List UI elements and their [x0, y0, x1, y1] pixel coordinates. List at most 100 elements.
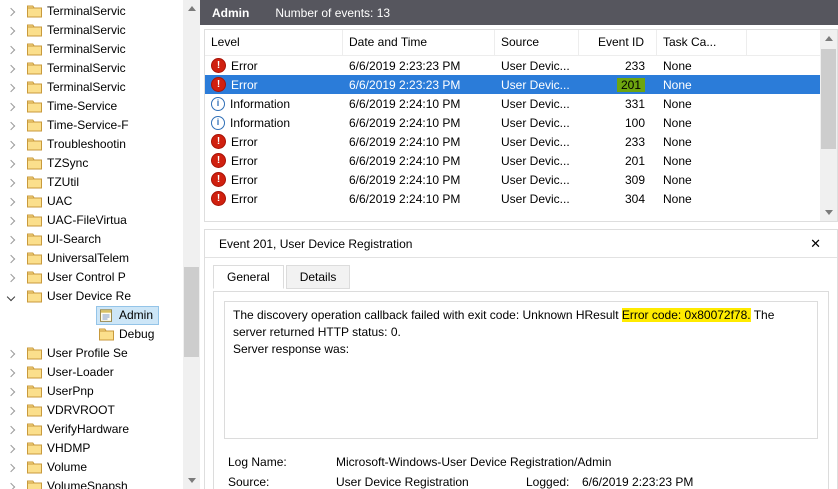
tree-item[interactable]: Time-Service	[0, 97, 183, 116]
tree-item[interactable]: TerminalServic	[0, 2, 183, 21]
tree-item[interactable]: UI-Search	[0, 230, 183, 249]
expand-chevron-icon[interactable]	[7, 425, 15, 433]
tree-item-inner[interactable]: VDRVROOT	[24, 401, 121, 420]
expand-chevron-icon[interactable]	[7, 368, 15, 376]
tab-details[interactable]: Details	[286, 265, 351, 289]
table-row[interactable]: Information 6/6/2019 2:24:10 PM User Dev…	[205, 94, 820, 113]
tree-item-inner[interactable]: TerminalServic	[24, 78, 132, 97]
tree-item-inner[interactable]: UniversalTelem	[24, 249, 135, 268]
column-header-level[interactable]: Level	[205, 30, 343, 55]
expand-chevron-icon[interactable]	[7, 178, 15, 186]
tree-item-inner[interactable]: VerifyHardware	[24, 420, 135, 439]
table-row[interactable]: Error 6/6/2019 2:24:10 PM User Devic... …	[205, 151, 820, 170]
expand-chevron-icon[interactable]	[7, 26, 15, 34]
tree-scroll-track[interactable]	[183, 17, 200, 472]
tree-item[interactable]: User Profile Se	[0, 344, 183, 363]
table-row[interactable]: Error 6/6/2019 2:24:10 PM User Devic... …	[205, 132, 820, 151]
expand-chevron-icon[interactable]	[7, 45, 15, 53]
table-scroll-thumb[interactable]	[821, 49, 836, 149]
tree-item-inner[interactable]: UserPnp	[24, 382, 100, 401]
tree-item-inner[interactable]: Debug	[96, 325, 160, 344]
tree-item-inner[interactable]: TZUtil	[24, 173, 85, 192]
tree-item-inner[interactable]: UI-Search	[24, 230, 107, 249]
tree-item[interactable]: TerminalServic	[0, 40, 183, 59]
expand-chevron-icon[interactable]	[7, 387, 15, 395]
expand-chevron-icon[interactable]	[7, 273, 15, 281]
tree-item[interactable]: UAC	[0, 192, 183, 211]
tree-item-inner[interactable]: Time-Service-F	[24, 116, 135, 135]
tree-item-inner[interactable]: Time-Service	[24, 97, 123, 116]
tree-item[interactable]: TerminalServic	[0, 59, 183, 78]
expand-chevron-icon[interactable]	[7, 83, 15, 91]
tree-scroll-thumb[interactable]	[184, 267, 199, 357]
expand-chevron-icon[interactable]	[7, 159, 15, 167]
expand-chevron-icon[interactable]	[7, 349, 15, 357]
tree-item[interactable]: VHDMP	[0, 439, 183, 458]
tree-item-inner[interactable]: TZSync	[24, 154, 94, 173]
expand-chevron-icon[interactable]	[7, 140, 15, 148]
tree-item-inner[interactable]: Troubleshootin	[24, 135, 132, 154]
table-scroll-track[interactable]	[820, 47, 837, 204]
tree-item[interactable]: Time-Service-F	[0, 116, 183, 135]
table-scroll-down-button[interactable]	[820, 204, 837, 221]
tree-item-inner[interactable]: UAC-FileVirtua	[24, 211, 133, 230]
tree-item-inner[interactable]: TerminalServic	[24, 40, 132, 59]
tree-item-inner[interactable]: VolumeSnapsh	[24, 477, 134, 489]
tree-item[interactable]: User Device Re	[0, 287, 183, 306]
tree-item-inner[interactable]: Volume	[24, 458, 93, 477]
tree-scroll-up-button[interactable]	[183, 0, 200, 17]
tab-general[interactable]: General	[213, 265, 284, 289]
tree-item-inner[interactable]: Admin	[96, 306, 159, 325]
column-header-event-id[interactable]: Event ID	[579, 30, 657, 55]
column-header-date[interactable]: Date and Time	[343, 30, 495, 55]
tree-item[interactable]: VerifyHardware	[0, 420, 183, 439]
expand-chevron-icon[interactable]	[7, 482, 15, 489]
expand-chevron-icon[interactable]	[7, 463, 15, 471]
tree-item-inner[interactable]: User-Loader	[24, 363, 120, 382]
tree-item[interactable]: TZUtil	[0, 173, 183, 192]
tree-item[interactable]: UserPnp	[0, 382, 183, 401]
table-row[interactable]: Error 6/6/2019 2:23:23 PM User Devic... …	[205, 56, 820, 75]
tree-item[interactable]: UniversalTelem	[0, 249, 183, 268]
expand-chevron-icon[interactable]	[7, 7, 15, 15]
expand-chevron-icon[interactable]	[7, 64, 15, 72]
event-description-box[interactable]: The discovery operation callback failed …	[224, 301, 818, 439]
tree-item[interactable]: TerminalServic	[0, 78, 183, 97]
expand-chevron-icon[interactable]	[7, 254, 15, 262]
tree-item[interactable]: Admin	[0, 306, 183, 325]
expand-chevron-icon[interactable]	[7, 121, 15, 129]
expand-chevron-icon[interactable]	[7, 235, 15, 243]
tree-item[interactable]: Volume	[0, 458, 183, 477]
tree-item-inner[interactable]: TerminalServic	[24, 2, 132, 21]
tree-item-inner[interactable]: VHDMP	[24, 439, 96, 458]
expand-chevron-icon[interactable]	[7, 406, 15, 414]
expand-chevron-icon[interactable]	[7, 444, 15, 452]
tree-scrollbar[interactable]	[183, 0, 200, 489]
table-row[interactable]: Error 6/6/2019 2:23:23 PM User Devic... …	[205, 75, 820, 94]
expand-chevron-icon[interactable]	[7, 216, 15, 224]
table-scroll-up-button[interactable]	[820, 30, 837, 47]
tree-item-inner[interactable]: User Profile Se	[24, 344, 134, 363]
close-icon[interactable]: ✕	[810, 236, 821, 252]
tree-item-inner[interactable]: TerminalServic	[24, 59, 132, 78]
column-header-source[interactable]: Source	[495, 30, 579, 55]
table-scrollbar[interactable]	[820, 30, 837, 221]
tree-scroll-down-button[interactable]	[183, 472, 200, 489]
tree-item[interactable]: TZSync	[0, 154, 183, 173]
tree-item[interactable]: UAC-FileVirtua	[0, 211, 183, 230]
expand-chevron-icon[interactable]	[7, 292, 15, 300]
column-header-task-category[interactable]: Task Ca...	[657, 30, 747, 55]
tree-item[interactable]: TerminalServic	[0, 21, 183, 40]
table-row[interactable]: Error 6/6/2019 2:24:10 PM User Devic... …	[205, 170, 820, 189]
tree-item[interactable]: User-Loader	[0, 363, 183, 382]
table-row[interactable]: Information 6/6/2019 2:24:10 PM User Dev…	[205, 113, 820, 132]
tree-item-inner[interactable]: User Control P	[24, 268, 132, 287]
expand-chevron-icon[interactable]	[7, 102, 15, 110]
tree-item[interactable]: Troubleshootin	[0, 135, 183, 154]
tree-item-inner[interactable]: User Device Re	[24, 287, 137, 306]
table-row[interactable]: Error 6/6/2019 2:24:10 PM User Devic... …	[205, 189, 820, 208]
tree-item[interactable]: VDRVROOT	[0, 401, 183, 420]
tree-item[interactable]: Debug	[0, 325, 183, 344]
tree-item-inner[interactable]: TerminalServic	[24, 21, 132, 40]
tree-item-inner[interactable]: UAC	[24, 192, 78, 211]
